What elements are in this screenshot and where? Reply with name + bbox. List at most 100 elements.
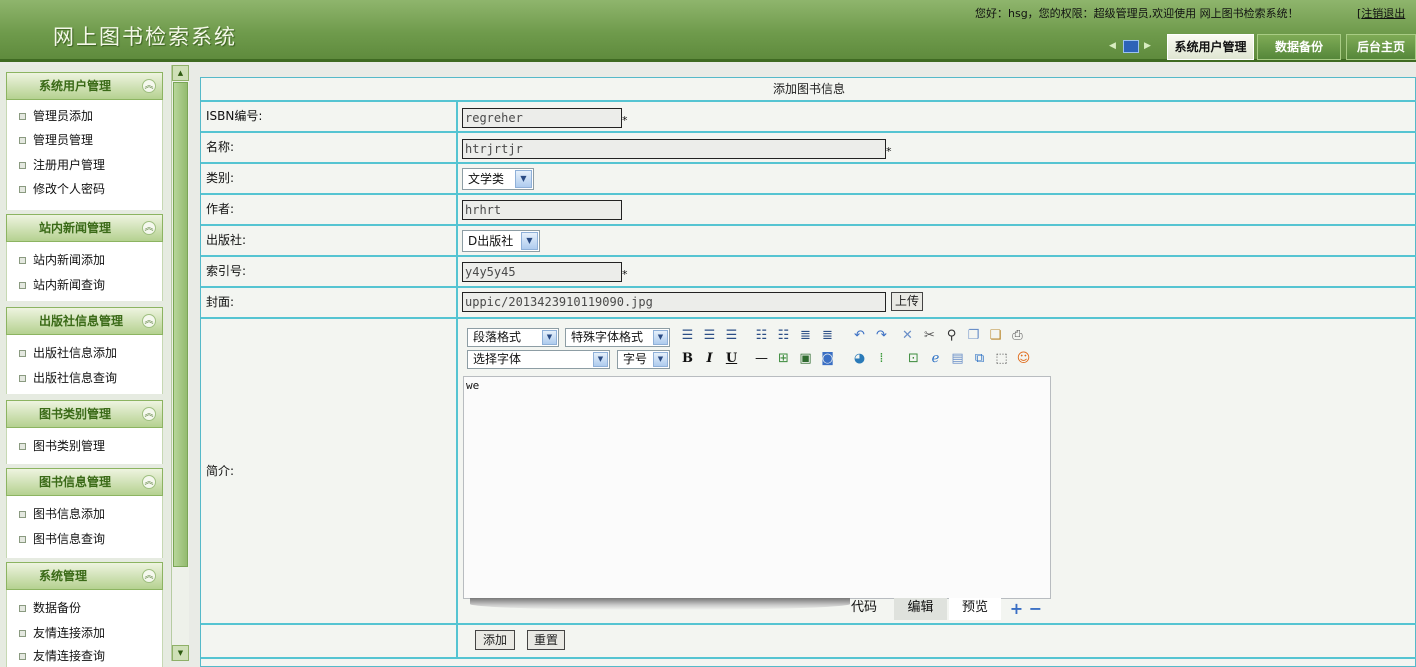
- chevron-up-icon[interactable]: ︽: [142, 407, 156, 421]
- sidebar-item-publisher-add[interactable]: 出版社信息添加: [7, 343, 162, 363]
- publisher-select[interactable]: D出版社 ▼: [462, 230, 540, 252]
- fullscreen-icon[interactable]: ⧉: [971, 350, 988, 367]
- shrink-icon[interactable]: −: [1027, 600, 1044, 617]
- insert-media-icon[interactable]: ◙: [819, 350, 836, 367]
- reset-button[interactable]: 重置: [527, 630, 565, 650]
- tab-preview[interactable]: 预览: [949, 598, 1001, 620]
- insert-table-icon[interactable]: ⊞: [775, 350, 792, 367]
- unordered-list-icon[interactable]: ☷: [775, 327, 792, 344]
- sidebar-item-backup[interactable]: 数据备份: [7, 598, 162, 618]
- row-category: 类别: 文学类 ▼: [201, 164, 1416, 195]
- insert-flash-icon[interactable]: ◕: [851, 350, 868, 367]
- chevron-down-icon[interactable]: ▼: [593, 352, 608, 367]
- name-input[interactable]: htrjrtjr: [462, 139, 886, 159]
- print-icon[interactable]: ⎙: [1009, 327, 1026, 344]
- upload-button[interactable]: 上传: [891, 292, 923, 311]
- name-label: 名称:: [201, 133, 458, 162]
- editor-content-area[interactable]: we: [463, 376, 1051, 599]
- redo-icon[interactable]: ↷: [873, 327, 890, 344]
- sidebar-item-change-password[interactable]: 修改个人密码: [7, 179, 162, 199]
- sidebar-group-users[interactable]: 系统用户管理 ︽: [6, 72, 163, 100]
- scroll-thumb[interactable]: [173, 82, 188, 567]
- font-select[interactable]: 选择字体 ▼: [467, 350, 610, 369]
- insert-image-icon[interactable]: ▣: [797, 350, 814, 367]
- cover-input[interactable]: uppic/2013423910119090.jpg: [462, 292, 886, 312]
- chevron-up-icon[interactable]: ︽: [142, 221, 156, 235]
- sidebar-group-system[interactable]: 系统管理 ︽: [6, 562, 163, 590]
- paste-icon[interactable]: ❏: [987, 327, 1004, 344]
- scroll-down-icon[interactable]: ▼: [172, 645, 189, 661]
- italic-icon[interactable]: I: [701, 350, 718, 367]
- enlarge-icon[interactable]: +: [1008, 600, 1025, 617]
- arrow-right-icon[interactable]: ▶: [1144, 41, 1151, 51]
- sidebar-item-book-query[interactable]: 图书信息查询: [7, 529, 162, 549]
- sidebar-group-publisher[interactable]: 出版社信息管理 ︽: [6, 307, 163, 335]
- sidebar-item-news-add[interactable]: 站内新闻添加: [7, 250, 162, 270]
- align-right-icon[interactable]: ☰: [723, 327, 740, 344]
- chevron-down-icon[interactable]: ▼: [653, 352, 668, 367]
- row-index: 索引号: y4y5y45 *: [201, 257, 1416, 288]
- chevron-down-icon[interactable]: ▼: [521, 232, 538, 250]
- menu-label: 出版社信息查询: [33, 371, 118, 385]
- category-select[interactable]: 文学类 ▼: [462, 168, 534, 190]
- sidebar-item-book-add[interactable]: 图书信息添加: [7, 504, 162, 524]
- tab-admin-home[interactable]: 后台主页: [1346, 34, 1416, 60]
- author-input[interactable]: hrhrt: [462, 200, 622, 220]
- tab-code[interactable]: 代码: [839, 598, 889, 620]
- sidebar-item-news-query[interactable]: 站内新闻查询: [7, 275, 162, 295]
- sidebar-item-link-add[interactable]: 友情连接添加: [7, 623, 162, 643]
- insert-link-icon[interactable]: ℯ: [927, 350, 944, 367]
- tab-edit[interactable]: 编辑: [894, 598, 947, 620]
- find-icon[interactable]: ⚲: [943, 327, 960, 344]
- insert-file-icon[interactable]: ⊡: [905, 350, 922, 367]
- delete-icon[interactable]: ✕: [899, 327, 916, 344]
- horizontal-rule-icon[interactable]: —: [753, 350, 770, 367]
- chevron-up-icon[interactable]: ︽: [142, 569, 156, 583]
- ordered-list-icon[interactable]: ☷: [753, 327, 770, 344]
- add-button[interactable]: 添加: [475, 630, 515, 650]
- isbn-input[interactable]: regreher: [462, 108, 622, 128]
- sidebar-scrollbar[interactable]: ▲ ▼: [171, 65, 189, 661]
- align-left-icon[interactable]: ☰: [679, 327, 696, 344]
- sidebar-item-admin-manage[interactable]: 管理员管理: [7, 130, 162, 150]
- sidebar-group-news-body: 站内新闻添加 站内新闻查询: [6, 242, 163, 301]
- form-icon[interactable]: ▤: [949, 350, 966, 367]
- logout-link[interactable]: [注销退出: [1357, 5, 1405, 21]
- copy-icon[interactable]: ❐: [965, 327, 982, 344]
- row-cover: 封面: uppic/2013423910119090.jpg 上传: [201, 288, 1416, 319]
- xml-icon[interactable]: ⬚: [993, 350, 1010, 367]
- chevron-up-icon[interactable]: ︽: [142, 475, 156, 489]
- align-center-icon[interactable]: ☰: [701, 327, 718, 344]
- sidebar-group-book[interactable]: 图书信息管理 ︽: [6, 468, 163, 496]
- scroll-up-icon[interactable]: ▲: [172, 65, 189, 81]
- indent-icon[interactable]: ≣: [819, 327, 836, 344]
- sidebar-item-link-query[interactable]: 友情连接查询: [7, 646, 162, 666]
- chevron-up-icon[interactable]: ︽: [142, 314, 156, 328]
- chevron-down-icon[interactable]: ▼: [653, 330, 668, 345]
- index-input[interactable]: y4y5y45: [462, 262, 622, 282]
- sidebar-item-publisher-query[interactable]: 出版社信息查询: [7, 368, 162, 388]
- bold-icon[interactable]: B: [679, 350, 696, 367]
- arrow-left-icon[interactable]: ◀: [1109, 41, 1116, 51]
- emoticon-icon[interactable]: ☺: [1015, 350, 1032, 367]
- outdent-icon[interactable]: ≣: [797, 327, 814, 344]
- chevron-down-icon[interactable]: ▼: [515, 170, 532, 188]
- sidebar-item-user-manage[interactable]: 注册用户管理: [7, 155, 162, 175]
- sidebar-group-news[interactable]: 站内新闻管理 ︽: [6, 214, 163, 242]
- special-format-select[interactable]: 特殊字体格式 ▼: [565, 328, 670, 347]
- special-char-icon[interactable]: ⁞: [873, 350, 890, 367]
- tab-data-backup[interactable]: 数据备份: [1257, 34, 1341, 60]
- chevron-down-icon[interactable]: ▼: [542, 330, 557, 345]
- undo-icon[interactable]: ↶: [851, 327, 868, 344]
- sidebar-item-category-manage[interactable]: 图书类别管理: [7, 436, 162, 456]
- bullet-icon: [19, 257, 26, 264]
- sidebar-group-category[interactable]: 图书类别管理 ︽: [6, 400, 163, 428]
- sidebar-item-admin-add[interactable]: 管理员添加: [7, 106, 162, 126]
- paragraph-format-select[interactable]: 段落格式 ▼: [467, 328, 559, 347]
- chevron-up-icon[interactable]: ︽: [142, 79, 156, 93]
- cut-icon[interactable]: ✂: [921, 327, 938, 344]
- menu-label: 注册用户管理: [33, 158, 106, 172]
- underline-icon[interactable]: U: [723, 350, 740, 367]
- font-size-select[interactable]: 字号 ▼: [617, 350, 670, 369]
- tab-system-users[interactable]: 系统用户管理: [1167, 34, 1254, 60]
